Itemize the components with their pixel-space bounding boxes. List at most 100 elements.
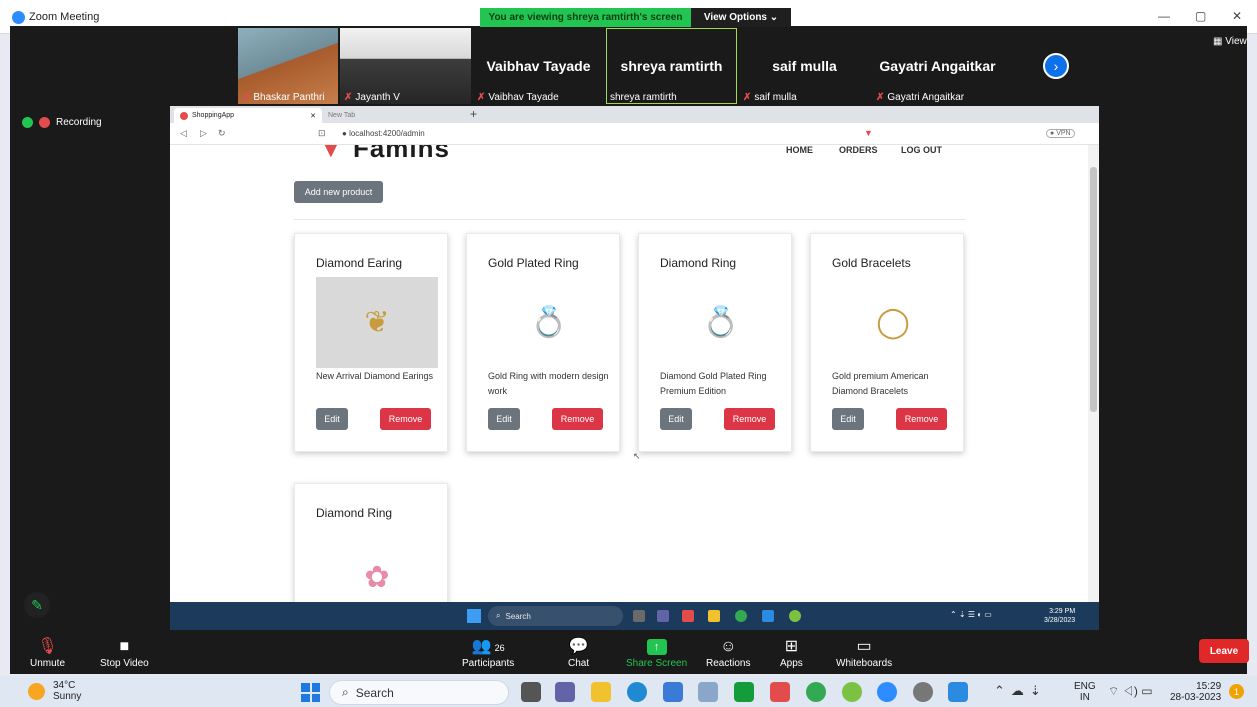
remove-button[interactable]: Remove — [896, 408, 947, 430]
participant-name: shreya ramtirth — [610, 92, 677, 103]
nav-orders-link[interactable]: ORDERS — [839, 145, 878, 155]
scrollbar-thumb[interactable] — [1090, 167, 1097, 412]
participant-display-name: saif mulla — [772, 58, 837, 74]
participant-name: Bhaskar Panthri — [253, 92, 325, 103]
system-tray-icons[interactable]: ⌃☁⇣ — [994, 683, 1047, 699]
taskbar-search-box[interactable]: ⌕ Search — [329, 680, 509, 705]
vscode-app-icon[interactable] — [762, 610, 774, 622]
edit-button[interactable]: Edit — [488, 408, 520, 430]
edit-button[interactable]: Edit — [316, 408, 348, 430]
view-button[interactable]: ▦ View — [1213, 36, 1247, 47]
reload-icon[interactable]: ↻ — [218, 128, 226, 139]
annotate-pen-icon[interactable]: ✎ — [24, 592, 50, 618]
brave-shield-icon[interactable]: ▼ — [864, 128, 873, 138]
os-clock[interactable]: 15:29 28-03-2023 — [1170, 681, 1221, 703]
participant-tile-active-speaker[interactable]: shreya ramtirth shreya ramtirth — [606, 28, 737, 104]
brave-app-icon[interactable] — [682, 610, 694, 622]
shared-browser-window: ShoppingApp ✕ New Tab + ◁ ▷ ↻ ⊡ ● localho… — [170, 106, 1099, 602]
xbox-app-icon[interactable] — [734, 682, 754, 702]
windows-start-icon[interactable] — [467, 609, 481, 623]
next-participants-button[interactable]: › — [1043, 53, 1069, 79]
chat-button[interactable]: 💬 Chat — [568, 636, 589, 669]
viewing-screen-banner: You are viewing shreya ramtirth's screen… — [480, 8, 791, 27]
remove-button[interactable]: Remove — [724, 408, 775, 430]
recording-label: Recording — [56, 117, 102, 128]
edge-browser-icon[interactable] — [627, 682, 647, 702]
task-view-icon[interactable] — [521, 682, 541, 702]
view-options-button[interactable]: View Options ⌄ — [691, 8, 791, 27]
reactions-button[interactable]: ☺ Reactions — [706, 636, 750, 669]
remove-button[interactable]: Remove — [380, 408, 431, 430]
recording-indicator[interactable]: Recording — [22, 117, 102, 128]
apps-button[interactable]: ⊞ Apps — [780, 636, 803, 669]
participant-strip: ✗ Bhaskar Panthri ✗ Jayanth V Vaibhav Taya… — [238, 28, 1003, 104]
app-icon[interactable] — [789, 610, 801, 622]
weather-widget[interactable]: 34°C Sunny — [28, 680, 81, 702]
file-explorer-icon[interactable] — [591, 682, 611, 702]
store-app-icon[interactable] — [663, 682, 683, 702]
bookmark-icon[interactable]: ⊡ — [318, 128, 326, 139]
whiteboards-button[interactable]: ▭ Whiteboards — [836, 636, 892, 669]
system-tray-icons[interactable]: ⌃ ⇣ ☰ ◐ ▭ — [950, 610, 992, 619]
participant-tile[interactable]: saif mulla ✗ saif mulla — [739, 28, 870, 104]
zoom-app-icon[interactable] — [877, 682, 897, 702]
nav-home-link[interactable]: HOME — [786, 145, 813, 155]
search-label: Search — [505, 611, 531, 621]
stop-video-button[interactable]: ■ Stop Video — [100, 636, 149, 669]
shared-clock[interactable]: 3:29 PM 3/28/2023 — [1044, 607, 1075, 625]
unmute-button[interactable]: 🎙 Unmute — [30, 636, 65, 669]
windows-start-icon[interactable] — [301, 683, 320, 702]
vpn-button[interactable]: ● VPN — [1046, 129, 1075, 138]
url-field[interactable]: ● localhost:4200/admin — [342, 129, 425, 138]
brave-favicon-icon — [180, 111, 188, 120]
brave-app-icon[interactable] — [770, 682, 790, 702]
maximize-icon[interactable]: ▢ — [1195, 9, 1206, 23]
participant-tile[interactable]: Vaibhav Tayade ✗ Vaibhav Tayade — [473, 28, 604, 104]
minimize-icon[interactable]: — — [1158, 9, 1170, 23]
shared-search-box[interactable]: ⌕ Search — [488, 606, 623, 626]
brand-logo[interactable]: ▼ Famins — [318, 145, 450, 164]
photos-app-icon[interactable] — [698, 682, 718, 702]
app-icon[interactable] — [842, 682, 862, 702]
view-options-label: View Options — [703, 12, 767, 23]
tab-label: New Tab — [328, 112, 356, 119]
nav-logout-link[interactable]: LOG OUT — [901, 145, 942, 155]
add-new-product-button[interactable]: Add new product — [294, 181, 383, 203]
browser-tab-active[interactable]: ShoppingApp ✕ — [174, 108, 322, 123]
language-indicator[interactable]: ENG IN — [1074, 681, 1096, 703]
forward-icon[interactable]: ▷ — [200, 128, 207, 139]
leave-button[interactable]: Leave — [1199, 639, 1249, 663]
chrome-app-icon[interactable] — [735, 610, 747, 622]
participant-tile[interactable]: ✗ Jayanth V — [340, 28, 471, 104]
participants-button[interactable]: 👥 26 Participants — [462, 636, 514, 669]
share-screen-button[interactable]: ↑ Share Screen — [626, 636, 687, 669]
settings-gear-icon[interactable] — [913, 682, 933, 702]
file-explorer-icon[interactable] — [708, 610, 720, 622]
task-view-icon[interactable] — [633, 610, 645, 622]
participant-tile[interactable]: ✗ Bhaskar Panthri — [238, 28, 338, 104]
page-scrollbar[interactable] — [1088, 145, 1099, 602]
tab-close-icon[interactable]: ✕ — [310, 112, 316, 120]
participant-display-name: Gayatri Angaitkar — [879, 58, 996, 74]
view-label: View — [1225, 36, 1247, 47]
participant-tile[interactable]: Gayatri Angaitkar ✗ Gayatri Angaitkar — [872, 28, 1003, 104]
browser-address-bar: ◁ ▷ ↻ ⊡ ● localhost:4200/admin ▼ ● VPN — [170, 123, 1099, 145]
admin-page: ▼ Famins HOME ORDERS LOG OUT Add new pro… — [170, 145, 1088, 602]
edit-button[interactable]: Edit — [660, 408, 692, 430]
network-volume-battery-icons[interactable]: ⌔ ◁) ▭ — [1108, 684, 1153, 699]
chat-app-icon[interactable] — [555, 682, 575, 702]
product-title: Diamond Earing — [316, 256, 403, 270]
vscode-app-icon[interactable] — [948, 682, 968, 702]
chrome-app-icon[interactable] — [806, 682, 826, 702]
notification-badge[interactable]: 1 — [1229, 684, 1244, 699]
browser-tab-new[interactable]: New Tab — [322, 108, 462, 123]
browser-tab-bar: ShoppingApp ✕ New Tab + — [170, 106, 1099, 123]
edit-button[interactable]: Edit — [832, 408, 864, 430]
brand-name: Famins — [352, 145, 450, 163]
muted-mic-icon: ✗ — [344, 92, 353, 103]
remove-button[interactable]: Remove — [552, 408, 603, 430]
back-icon[interactable]: ◁ — [180, 128, 187, 139]
new-tab-icon[interactable]: + — [470, 107, 477, 121]
close-icon[interactable]: ✕ — [1232, 9, 1242, 23]
chat-app-icon[interactable] — [657, 610, 669, 622]
